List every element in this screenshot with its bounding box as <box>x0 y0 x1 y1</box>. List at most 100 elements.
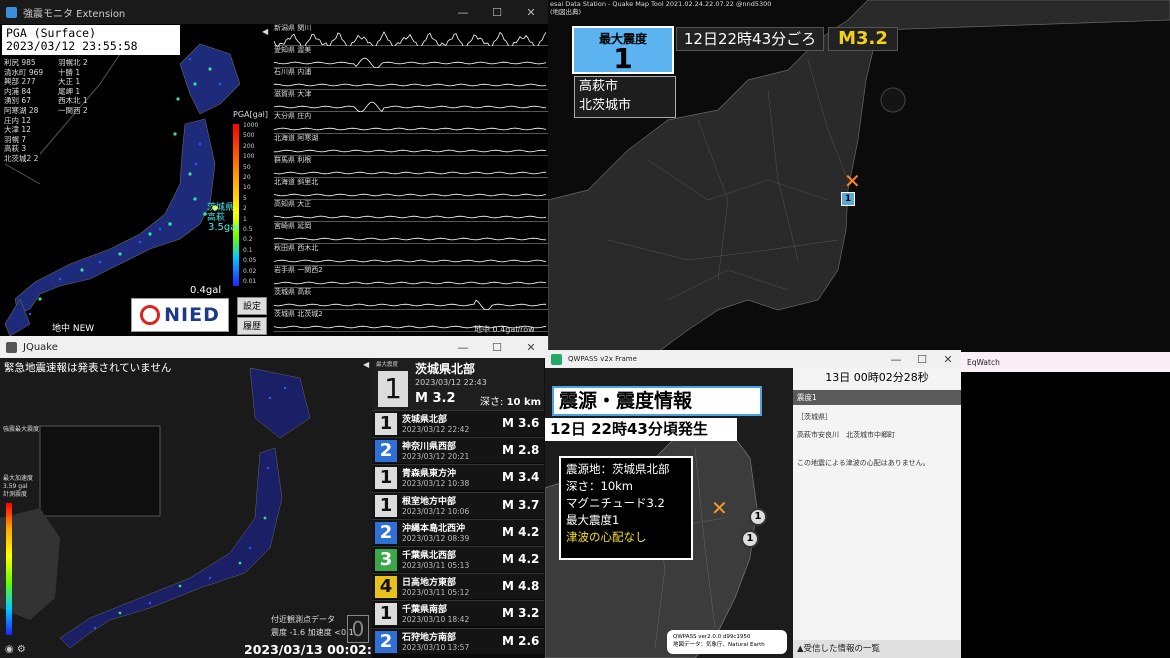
gal-value: 0.4gal <box>190 285 222 296</box>
station-item: 阿寒湖 28 <box>4 105 39 115</box>
jquake-toolbar: ◉ ⚙ <box>5 644 26 655</box>
jquake-titlebar[interactable]: JQuake — ☐ ✕ <box>0 336 548 358</box>
qwpass-credit: QWPASS ver2.0.0 d99c1950 地図データ：気象庁、Natur… <box>667 630 787 654</box>
station-item <box>58 144 118 154</box>
near-intensity-box: 0 <box>347 615 369 643</box>
quake-list-item[interactable]: 1 根室地方中部 2023/03/12 10:06 M 3.7 <box>372 491 544 518</box>
station-item: 清水町 969 <box>4 67 44 77</box>
station-ranking-list: 利尻 985 羽幌北 2 清水町 969 十勝 1 興部 277 大正 1 内浦… <box>4 58 118 164</box>
waveform-trace <box>274 57 547 68</box>
qwpass-titlebar[interactable]: QWPASS v2x Frame — ☐ ✕ <box>545 350 961 368</box>
received-list-toggle[interactable]: ▲受信した情報の一覧 <box>793 640 961 658</box>
collapse-arrow-icon[interactable]: ◀ <box>363 360 369 369</box>
waveform-row: 愛知県 渥美 <box>274 46 548 68</box>
quake-list-item[interactable]: 1 青森県東方沖 2023/03/12 10:38 M 3.4 <box>372 464 544 491</box>
scale-tick: 100 <box>243 153 255 161</box>
item-intensity: 2 <box>375 440 397 463</box>
waveform-trace <box>274 259 547 263</box>
minimize-icon[interactable]: — <box>446 341 480 354</box>
station-item: 大津 12 <box>4 125 31 135</box>
minimize-icon[interactable]: — <box>446 6 480 19</box>
waveform-trace <box>274 299 547 310</box>
scale-tick: 0.5 <box>243 226 253 233</box>
info-icon[interactable]: ◉ <box>5 644 14 655</box>
station-item: 興部 277 <box>4 77 36 87</box>
close-icon[interactable]: ✕ <box>935 353 961 366</box>
waveform-trace <box>274 171 547 175</box>
scale-tick: 5 <box>243 194 247 202</box>
quake-list-item[interactable]: 1 茨城県北部 2023/03/12 22:42 M 3.6 <box>372 410 544 436</box>
item-date: 2023/03/10 18:42 <box>402 615 470 625</box>
quake-time: 12日22時43分ごろ <box>676 27 824 51</box>
epicenter-x-icon: ✕ <box>844 169 861 193</box>
item-region: 神奈川県西部 <box>402 442 457 453</box>
quake-list-item[interactable]: 4 日高地方東部 2023/03/11 05:12 M 4.8 <box>372 573 544 600</box>
station-item: 北茨城2 2 <box>4 153 39 163</box>
item-region: 千葉県北西部 <box>402 551 457 561</box>
quake-list-item[interactable]: 2 沖縄本島北西沖 2023/03/12 08:39 M 4.2 <box>372 518 544 545</box>
station-item <box>58 125 118 135</box>
quake-history-list: 最大震度 1 茨城県北部 2023/03/12 22:43 M 3.2 深さ: … <box>372 358 544 658</box>
waveform-trace <box>274 127 547 131</box>
area-item: 高萩市 <box>579 79 619 94</box>
settings-button[interactable]: 設定 <box>237 297 267 315</box>
scale-tick: 0.02 <box>243 267 257 275</box>
item-magnitude: M 4.2 <box>502 552 540 566</box>
info-line: マグニチュード3.2 <box>566 496 665 510</box>
qwpass-info-box: 震源地：茨城県北部 深さ：10km マグニチュード3.2 最大震度1 津波の心配… <box>559 456 693 560</box>
close-icon[interactable]: ✕ <box>514 6 548 19</box>
item-region: 千葉県南部 <box>402 605 448 616</box>
quake-list-item[interactable]: 2 石狩地方南部 2023/03/10 13:57 M 2.6 <box>372 627 544 654</box>
qwpass-heading: 震源・震度情報 <box>552 386 762 416</box>
close-icon[interactable]: ✕ <box>514 341 548 354</box>
station-item: 利尻 985 <box>4 58 36 67</box>
waveform-trace <box>274 281 547 285</box>
qwpass-title: QWPASS v2x Frame <box>568 355 637 363</box>
quake-list-item[interactable]: 2 神奈川県西部 2023/03/12 20:21 M 2.8 <box>372 437 544 464</box>
collapse-arrow-icon[interactable]: ◀ <box>262 27 268 36</box>
item-date: 2023/03/12 10:06 <box>402 506 470 516</box>
waveform-row: 大分県 庄内 <box>274 112 548 134</box>
item-date: 2023/03/11 05:12 <box>402 588 470 598</box>
nied-logo: NIED <box>131 298 229 332</box>
area-item: 北茨城市 <box>579 98 632 113</box>
gear-icon[interactable]: ⚙ <box>17 644 26 655</box>
kyoshin-titlebar[interactable]: 強震モニタ Extension — ☐ ✕ <box>0 0 548 24</box>
waveform-row: 岩手県 一関西2 <box>274 266 548 288</box>
latest-region: 茨城県北部 <box>415 362 476 376</box>
near-station-values: 震度 -1.6 加速度 <0.1 <box>271 628 354 637</box>
qwpass-clock: 13日 00時02分28秒 <box>825 371 929 384</box>
waveform-trace <box>274 193 547 197</box>
item-magnitude: M 3.7 <box>502 497 540 512</box>
scale-tick: 50 <box>243 163 251 171</box>
waveform-row: 滋賀県 大津 <box>274 90 548 112</box>
kyoshin-title: 強震モニタ Extension <box>23 8 126 20</box>
item-intensity: 2 <box>375 630 397 653</box>
maximize-icon[interactable]: ☐ <box>909 353 935 366</box>
scale-tick: 200 <box>243 142 255 150</box>
station-item: 内浦 84 <box>4 86 31 96</box>
station-item <box>58 116 118 126</box>
quake-list-item[interactable]: 3 千葉県北西部 2023/03/11 05:13 M 4.2 <box>372 546 544 572</box>
qwpass-window: QWPASS v2x Frame — ☐ ✕ 震源・震度情報 12日 22時43… <box>545 350 961 658</box>
item-date: 2023/03/12 20:21 <box>402 452 470 462</box>
quake-map-window: esai Data Station - Quake Map Tool 2021.… <box>548 0 1170 352</box>
latest-magnitude: M 3.2 <box>415 391 456 406</box>
minimize-icon[interactable]: — <box>883 353 909 366</box>
waveform-row: 宮崎県 延岡 <box>274 222 548 244</box>
scale-tick: 2 <box>243 205 247 213</box>
waveform-row: 群馬県 利根 <box>274 156 548 178</box>
jquake-legend-accel: 最大加速度 3.59 gal 計測震度 <box>3 475 34 498</box>
side-tsunami: この地震による津波の心配はありません。 <box>797 459 930 467</box>
maximize-icon[interactable]: ☐ <box>480 6 514 19</box>
history-button[interactable]: 履歴 <box>237 317 267 335</box>
scale-tick: 10 <box>243 184 251 192</box>
waveform-trace <box>274 215 547 219</box>
quake-list-item[interactable]: 1 千葉県南部 2023/03/10 18:42 M 3.2 <box>372 600 544 627</box>
maximize-icon[interactable]: ☐ <box>480 341 514 354</box>
station-item <box>58 135 118 145</box>
station-item: 大正 1 <box>58 77 81 87</box>
eqwatch-titlebar[interactable]: EqWatch <box>961 352 1170 372</box>
latest-quake-card[interactable]: 最大震度 1 茨城県北部 2023/03/12 22:43 M 3.2 深さ: … <box>372 358 544 410</box>
latest-int-label: 最大震度 <box>376 362 399 368</box>
